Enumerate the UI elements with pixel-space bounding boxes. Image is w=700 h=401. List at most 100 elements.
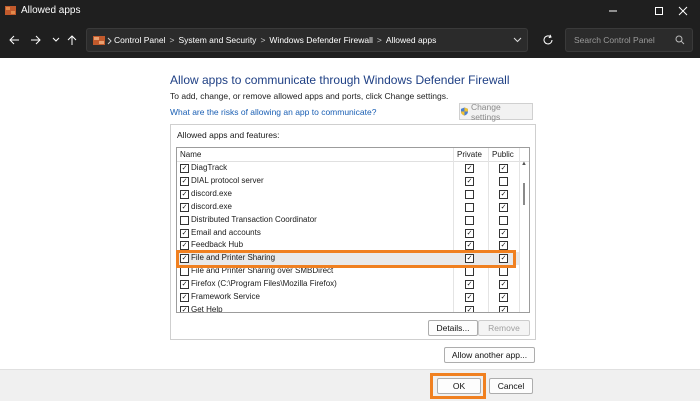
column-header-name[interactable]: Name	[180, 150, 201, 159]
app-name: DiagTrack	[191, 163, 228, 172]
app-row[interactable]: ✓ Get Help ✓ ✓	[177, 304, 519, 313]
column-header-private[interactable]: Private	[457, 150, 482, 159]
scroll-up-icon[interactable]: ▲	[521, 161, 527, 167]
app-enabled-checkbox[interactable]: ✓	[180, 176, 189, 186]
breadcrumb-windows-defender-firewall[interactable]: Windows Defender Firewall	[269, 35, 372, 45]
public-checkbox[interactable]: ✓	[499, 164, 508, 173]
minimize-icon	[609, 10, 617, 12]
address-bar[interactable]: Control Panel > System and Security > Window…	[86, 28, 528, 52]
allowed-apps-list[interactable]: Name Private Public ✓ DiagTrack ✓ ✓ ✓ DIAL pr…	[176, 147, 530, 313]
public-checkbox[interactable]	[499, 215, 508, 225]
app-enabled-checkbox[interactable]	[180, 215, 189, 225]
app-enabled-checkbox[interactable]: ✓	[180, 202, 189, 212]
app-row[interactable]: ✓ DiagTrack ✓ ✓	[177, 162, 519, 175]
breadcrumb-allowed-apps[interactable]: Allowed apps	[386, 35, 437, 45]
list-scrollbar[interactable]: ▲	[519, 161, 529, 312]
allowed-apps-group: Allowed apps and features: Name Private …	[170, 124, 536, 340]
private-checkbox[interactable]	[465, 202, 474, 212]
private-checkbox[interactable]: ✓	[465, 280, 474, 290]
change-settings-label: Change settings	[470, 101, 501, 122]
public-checkbox[interactable]: ✓	[499, 305, 508, 312]
arrow-left-icon	[9, 35, 19, 45]
app-row[interactable]: ✓ discord.exe ✓	[177, 188, 519, 201]
scrollbar-thumb[interactable]	[523, 183, 525, 205]
chevron-right-icon	[107, 37, 112, 45]
close-icon	[678, 6, 688, 16]
public-checkbox[interactable]: ✓	[499, 202, 508, 212]
app-row[interactable]: ✓ Framework Service ✓ ✓	[177, 291, 519, 304]
app-enabled-checkbox[interactable]: ✓	[180, 228, 189, 238]
back-button[interactable]	[4, 30, 24, 50]
title-bar: Allowed apps	[0, 0, 700, 22]
details-button[interactable]: Details...	[428, 320, 478, 336]
private-checkbox[interactable]: ✓	[465, 228, 474, 238]
arrow-right-icon	[31, 35, 41, 45]
app-name: Framework Service	[191, 292, 260, 301]
allow-another-app-button[interactable]: Allow another app...	[444, 347, 535, 363]
highlight-ok-button	[430, 373, 486, 399]
app-enabled-checkbox[interactable]: ✓	[180, 280, 189, 290]
app-enabled-checkbox[interactable]: ✓	[180, 189, 189, 199]
list-header: Name Private Public	[177, 148, 529, 162]
public-checkbox[interactable]: ✓	[499, 189, 508, 199]
up-button[interactable]	[62, 30, 82, 50]
private-checkbox[interactable]	[465, 189, 474, 199]
change-settings-button[interactable]: Change settings	[459, 101, 533, 122]
app-row[interactable]: ✓ discord.exe ✓	[177, 201, 519, 214]
app-name: Distributed Transaction Coordinator	[191, 214, 317, 224]
window-title: Allowed apps	[21, 5, 81, 16]
forward-button[interactable]	[26, 30, 46, 50]
app-row[interactable]: ✓ Firefox (C:\Program Files\Mozilla Firef…	[177, 278, 519, 291]
navigation-bar: Control Panel > System and Security > Window…	[0, 22, 700, 58]
shield-icon	[460, 107, 468, 116]
dialog-footer: OK Cancel	[0, 369, 700, 401]
search-icon	[675, 35, 685, 45]
breadcrumb-control-panel[interactable]: Control Panel	[114, 35, 166, 45]
public-checkbox[interactable]: ✓	[499, 228, 508, 238]
private-checkbox[interactable]: ✓	[465, 305, 474, 312]
app-name: Feedback Hub	[191, 240, 244, 250]
search-input[interactable]: Search Control Panel	[565, 28, 693, 52]
app-enabled-checkbox[interactable]: ✓	[180, 164, 189, 173]
app-name: Firefox (C:\Program Files\Mozilla Firefo…	[191, 279, 337, 289]
private-checkbox[interactable]	[465, 215, 474, 225]
app-row[interactable]: ✓ DIAL protocol server ✓	[177, 175, 519, 188]
breadcrumb: Control Panel > System and Security > Window…	[114, 35, 437, 45]
private-checkbox[interactable]	[465, 267, 474, 277]
column-header-public[interactable]: Public	[492, 150, 514, 159]
private-checkbox[interactable]: ✓	[465, 176, 474, 186]
app-name: Email and accounts	[191, 227, 261, 237]
minimize-button[interactable]	[596, 0, 630, 22]
arrow-up-icon	[67, 35, 77, 45]
control-panel-icon	[93, 36, 105, 45]
private-checkbox[interactable]: ✓	[465, 293, 474, 302]
private-checkbox[interactable]: ✓	[465, 164, 474, 173]
address-dropdown-icon[interactable]	[513, 36, 522, 44]
app-enabled-checkbox[interactable]	[180, 267, 189, 277]
breadcrumb-system-and-security[interactable]: System and Security	[178, 35, 256, 45]
app-enabled-checkbox[interactable]: ✓	[180, 293, 189, 302]
public-checkbox[interactable]: ✓	[499, 293, 508, 302]
maximize-icon	[655, 7, 663, 15]
close-button[interactable]	[666, 0, 700, 22]
public-checkbox[interactable]	[499, 267, 508, 277]
highlight-file-printer-sharing	[176, 250, 516, 268]
app-name: discord.exe	[191, 201, 232, 211]
app-name: DIAL protocol server	[191, 175, 264, 185]
risks-link[interactable]: What are the risks of allowing an app to…	[170, 107, 376, 117]
remove-button[interactable]: Remove	[478, 320, 530, 336]
refresh-icon	[543, 34, 553, 45]
public-checkbox[interactable]	[499, 176, 508, 186]
chevron-down-icon	[52, 37, 60, 42]
app-enabled-checkbox[interactable]: ✓	[180, 305, 189, 312]
cancel-button[interactable]: Cancel	[489, 378, 533, 394]
allowed-apps-group-title: Allowed apps and features:	[177, 130, 280, 140]
app-name: Get Help	[191, 304, 223, 313]
refresh-button[interactable]	[538, 30, 558, 50]
firewall-icon	[5, 6, 16, 15]
public-checkbox[interactable]: ✓	[499, 280, 508, 290]
app-row[interactable]: Distributed Transaction Coordinator	[177, 214, 519, 227]
page-description: To add, change, or remove allowed apps a…	[170, 91, 449, 101]
search-placeholder: Search Control Panel	[574, 35, 655, 45]
app-row[interactable]: ✓ Email and accounts ✓ ✓	[177, 227, 519, 240]
